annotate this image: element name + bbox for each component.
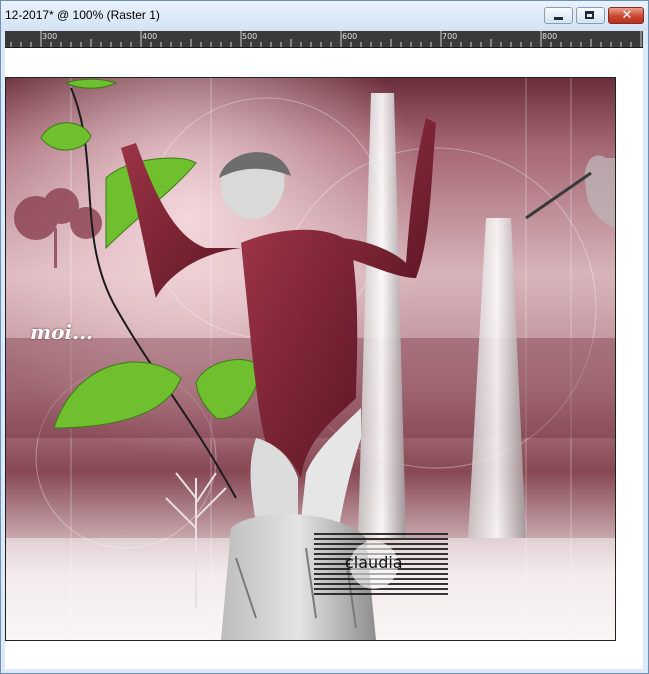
maximize-icon xyxy=(585,11,594,19)
image-canvas[interactable]: moi... claudia xyxy=(5,48,643,669)
close-button[interactable]: ✕ xyxy=(608,7,644,24)
ruler-label: 800 xyxy=(542,32,558,41)
signature-watermark: claudia xyxy=(314,533,448,596)
image-window: 12-2017* @ 100% (Raster 1) ✕ 300 400 500… xyxy=(0,0,649,674)
ruler-label: 400 xyxy=(142,32,158,41)
ruler-label: 500 xyxy=(242,32,258,41)
ruler-label: 700 xyxy=(442,32,458,41)
ruler-label: 600 xyxy=(342,32,358,41)
artwork-overlay-text: moi... xyxy=(30,320,93,344)
minimize-button[interactable] xyxy=(544,7,573,24)
title-bar[interactable]: 12-2017* @ 100% (Raster 1) ✕ xyxy=(1,1,648,31)
ruler-label: 300 xyxy=(42,32,58,41)
signature-text: claudia xyxy=(345,553,403,572)
artwork-illustration xyxy=(6,78,615,640)
maximize-button[interactable] xyxy=(576,7,605,24)
artwork-image: moi... claudia xyxy=(5,77,616,641)
horizontal-ruler: 300 400 500 600 700 800 xyxy=(5,31,643,48)
minimize-icon xyxy=(554,17,563,20)
window-title: 12-2017* @ 100% (Raster 1) xyxy=(5,8,160,22)
close-icon: ✕ xyxy=(621,8,633,23)
